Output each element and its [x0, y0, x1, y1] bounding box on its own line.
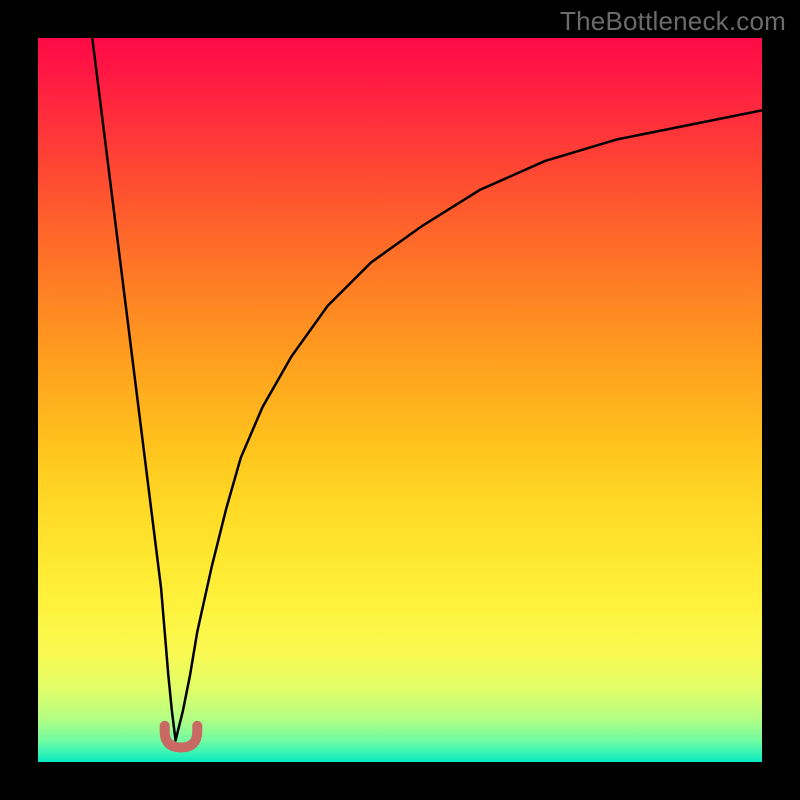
plot-area — [38, 38, 762, 762]
chart-frame: TheBottleneck.com — [0, 0, 800, 800]
watermark-text: TheBottleneck.com — [560, 6, 786, 37]
minimum-marker — [165, 726, 198, 748]
right-branch-path — [176, 110, 762, 740]
curve-layer — [38, 38, 762, 762]
left-branch-path — [92, 38, 175, 740]
